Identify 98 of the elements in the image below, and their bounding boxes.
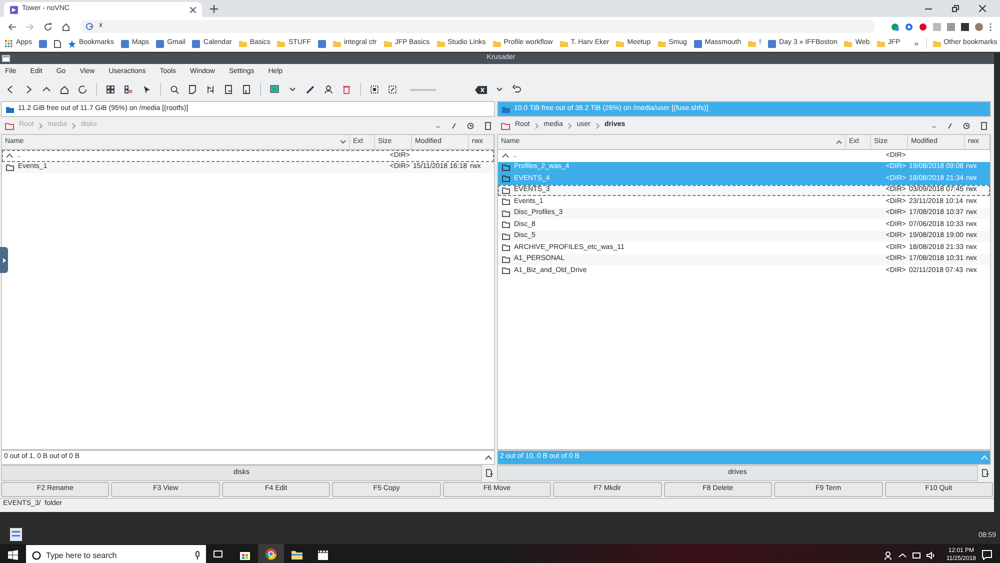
pinterest-icon[interactable] (919, 22, 927, 30)
clear-icon[interactable] (475, 86, 487, 94)
folder-icon (748, 40, 756, 47)
close-icon[interactable] (190, 6, 196, 12)
page-icon (54, 40, 61, 48)
trash-icon[interactable] (342, 85, 351, 94)
site-icon (156, 40, 164, 48)
folder-icon (560, 40, 568, 47)
site-icon (318, 40, 326, 48)
folder-icon (616, 40, 624, 47)
dropdown-icon[interactable] (496, 86, 503, 93)
home-icon[interactable] (60, 85, 69, 94)
up-icon (502, 153, 509, 158)
folder-icon (6, 164, 14, 171)
site-icon (38, 40, 47, 48)
chevron-icon (534, 122, 539, 128)
terminal-icon[interactable] (270, 85, 279, 94)
site-icon (694, 40, 702, 48)
more-icon[interactable] (989, 22, 992, 30)
google-icon (86, 23, 93, 30)
windows-start-icon[interactable] (8, 550, 18, 560)
sidebar-handle[interactable] (0, 247, 8, 273)
unselect-icon[interactable] (124, 85, 133, 94)
document-icon[interactable] (224, 85, 233, 94)
select-icon[interactable] (106, 85, 115, 94)
document-icon[interactable] (242, 85, 251, 94)
folder-icon (932, 40, 941, 47)
people-icon[interactable] (884, 550, 894, 560)
bookmark-icon[interactable] (485, 122, 491, 130)
folder-icon[interactable] (291, 549, 303, 561)
folder-icon (844, 40, 852, 47)
root-icon[interactable] (948, 122, 952, 128)
network-icon[interactable] (912, 550, 922, 560)
speaker-icon[interactable] (926, 550, 936, 560)
chrome-icon[interactable] (265, 548, 277, 560)
bookmarks-overflow-button[interactable]: » (914, 38, 919, 50)
history-icon[interactable] (467, 122, 474, 129)
search-field[interactable]: Type here to search (26, 545, 206, 563)
chevron-icon (72, 122, 76, 128)
site-icon (768, 40, 776, 48)
home-icon[interactable] (62, 22, 70, 30)
forward-icon[interactable] (24, 85, 33, 94)
notifications-icon[interactable] (982, 550, 992, 560)
window-icon (2, 55, 10, 62)
folder-icon (492, 40, 501, 47)
up-icon (6, 153, 13, 158)
avatar-icon[interactable] (975, 22, 983, 30)
search-icon (32, 550, 41, 560)
history-icon[interactable] (963, 122, 970, 129)
dropdown-icon[interactable] (288, 85, 297, 94)
chevron-icon (2, 258, 6, 262)
folder-icon (238, 40, 247, 47)
bookmark[interactable] (318, 40, 326, 48)
slider-track-drawing[interactable] (410, 88, 436, 92)
reload-icon[interactable] (44, 22, 52, 30)
sort-icon (340, 140, 346, 144)
folder-icon (6, 106, 14, 112)
site-icon (192, 40, 200, 48)
folder-icon (502, 106, 510, 112)
document-icon[interactable] (188, 85, 197, 94)
close-icon[interactable] (979, 5, 986, 12)
folder-icon (658, 40, 666, 47)
bookmark-icon[interactable] (981, 122, 987, 130)
desktop-app-icon (10, 528, 22, 541)
chevron-icon (38, 122, 43, 128)
collapse-icon[interactable] (485, 455, 492, 460)
microphone-icon (195, 550, 200, 560)
sort-icon (836, 140, 842, 144)
root-icon[interactable] (452, 122, 456, 128)
apps-icon (5, 40, 13, 48)
select-icon[interactable] (388, 85, 397, 94)
refresh-icon[interactable] (78, 85, 87, 94)
new-tab-icon[interactable] (485, 469, 493, 477)
restore-icon[interactable] (952, 5, 959, 12)
chevron-icon (596, 122, 600, 128)
site-icon (120, 40, 129, 48)
new-tab-icon[interactable] (210, 5, 218, 13)
store-icon[interactable] (239, 549, 251, 561)
select-icon[interactable] (370, 85, 379, 94)
clapperboard-icon[interactable] (317, 549, 329, 561)
app-icon (10, 6, 18, 14)
folder-icon (277, 40, 286, 47)
search-icon[interactable] (170, 85, 179, 94)
user-icon[interactable] (324, 85, 333, 94)
back-icon[interactable] (6, 85, 15, 94)
folder-icon (876, 40, 885, 47)
pen-icon[interactable] (306, 85, 315, 94)
folder-icon (333, 40, 341, 47)
chevron-icon (568, 122, 572, 128)
chevron-up-icon[interactable] (898, 550, 908, 560)
back-icon[interactable] (8, 22, 16, 30)
folder-icon (436, 40, 445, 47)
pointer-icon[interactable] (142, 85, 151, 94)
undo-icon[interactable] (512, 85, 521, 94)
star-icon (68, 40, 76, 48)
new-tab-icon[interactable] (981, 469, 989, 477)
folder-icon (384, 40, 392, 47)
up-icon[interactable] (42, 85, 51, 94)
